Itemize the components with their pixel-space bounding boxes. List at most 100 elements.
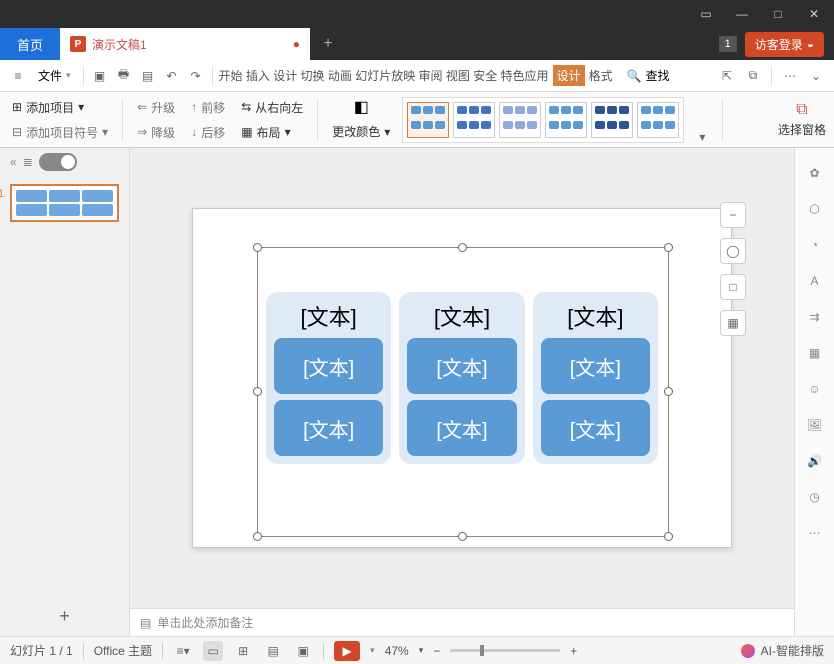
login-button[interactable]: 访客登录◒ bbox=[745, 32, 824, 57]
notes-icon: ▤ bbox=[140, 616, 151, 630]
collapse-icon[interactable]: ⧉ bbox=[743, 66, 763, 86]
main-area: « ≣ 1 + bbox=[0, 148, 834, 636]
close-icon[interactable]: ✕ bbox=[802, 5, 826, 23]
share-icon[interactable]: ⇱ bbox=[717, 66, 737, 86]
sorter-view-icon[interactable]: ⊞ bbox=[233, 641, 253, 661]
export-icon[interactable]: ⬡ bbox=[804, 198, 826, 220]
zoom-slider[interactable] bbox=[450, 649, 560, 652]
style-option-4[interactable] bbox=[545, 102, 587, 138]
template-icon[interactable]: ▦ bbox=[804, 342, 826, 364]
notes-hint[interactable]: 单击此处添加备注 bbox=[157, 614, 253, 631]
search-icon: 🔍 bbox=[627, 69, 642, 83]
resize-handle[interactable] bbox=[253, 532, 262, 541]
outline-view-icon[interactable]: ≣ bbox=[23, 155, 33, 169]
slideshow-view-icon[interactable]: ▣ bbox=[293, 641, 313, 661]
style-option-1[interactable] bbox=[407, 102, 449, 138]
flow-icon[interactable]: ⇉ bbox=[804, 306, 826, 328]
style-option-5[interactable] bbox=[591, 102, 633, 138]
resize-handle[interactable] bbox=[458, 243, 467, 252]
save-icon[interactable]: ▣ bbox=[90, 66, 110, 86]
shape-circle-icon[interactable]: ◯ bbox=[720, 238, 746, 264]
right-rail: ✿ ⬡ ◔ A ⇉ ▦ ☺ 🖼 🔊 ◷ ⋯ bbox=[794, 148, 834, 636]
notes-bar[interactable]: ▤ 单击此处添加备注 bbox=[130, 608, 794, 636]
redo-icon[interactable]: ↷ bbox=[186, 66, 206, 86]
clock-icon[interactable]: ◷ bbox=[804, 486, 826, 508]
resize-handle[interactable] bbox=[664, 243, 673, 252]
resize-handle[interactable] bbox=[458, 532, 467, 541]
tab-document[interactable]: P 演示文稿1 ● bbox=[60, 28, 310, 60]
collapse-panel-icon[interactable]: « bbox=[10, 155, 17, 169]
cloud-icon[interactable]: ◔ bbox=[804, 234, 826, 256]
user-icon: ◒ bbox=[807, 37, 814, 51]
app-menu-icon[interactable]: ≡ bbox=[8, 66, 28, 86]
image-icon[interactable]: 🖼 bbox=[804, 414, 826, 436]
layout-button[interactable]: ▦ 布局 ▾ bbox=[237, 122, 307, 143]
demote-button: ⇒ 降级 bbox=[133, 122, 179, 143]
minimize-icon[interactable]: — bbox=[730, 5, 754, 23]
normal-view-icon[interactable]: ▭ bbox=[203, 641, 223, 661]
presentation-icon: P bbox=[70, 36, 86, 52]
zoom-out-icon[interactable]: − bbox=[433, 644, 440, 658]
resize-handle[interactable] bbox=[253, 243, 262, 252]
zoom-value[interactable]: 47% bbox=[385, 644, 409, 658]
more-icon[interactable]: ⋯ bbox=[780, 66, 800, 86]
view-menu-icon[interactable]: ≡▾ bbox=[173, 641, 193, 661]
file-menu[interactable]: 文件▾ bbox=[32, 63, 77, 88]
selection-pane-button[interactable]: 选择窗格 bbox=[778, 121, 826, 138]
style-option-6[interactable] bbox=[637, 102, 679, 138]
resize-handle[interactable] bbox=[664, 532, 673, 541]
add-item-button[interactable]: ⊞ 添加项目 ▾ bbox=[8, 97, 112, 118]
slide-counter: 幻灯片 1 / 1 bbox=[10, 642, 73, 659]
color-icon[interactable]: ◧ bbox=[354, 97, 369, 117]
backward-button: ↓ 后移 bbox=[187, 122, 229, 143]
menu-format[interactable]: 格式 bbox=[589, 67, 613, 84]
slide-panel: « ≣ 1 + bbox=[0, 148, 130, 636]
forward-button: ↑ 前移 bbox=[187, 97, 229, 118]
shape-grid-icon[interactable]: ▦ bbox=[720, 310, 746, 336]
search-box[interactable]: 🔍查找 bbox=[627, 67, 670, 84]
ai-orb-icon bbox=[741, 644, 755, 658]
print-icon[interactable]: 🖶 bbox=[114, 66, 134, 86]
slide-thumbnail-1[interactable]: 1 bbox=[10, 184, 119, 222]
window-titlebar: ▭ — □ ✕ bbox=[0, 0, 834, 28]
shape-square-icon[interactable]: □ bbox=[720, 274, 746, 300]
emoji-icon[interactable]: ☺ bbox=[804, 378, 826, 400]
count-badge: 1 bbox=[719, 36, 737, 52]
add-slide-button[interactable]: + bbox=[0, 596, 129, 636]
selection-pane-icon[interactable]: ⧉ bbox=[796, 101, 807, 119]
main-menu-items[interactable]: 开始 插入 设计 切换 动画 幻灯片放映 审阅 视图 安全 特色应用 bbox=[219, 67, 549, 84]
add-bullet-button[interactable]: ⊟ 添加项目符号 ▾ bbox=[8, 122, 112, 143]
sound-icon[interactable]: 🔊 bbox=[804, 450, 826, 472]
menu-bar: ≡ 文件▾ ▣ 🖶 ▤ ↶ ↷ 开始 插入 设计 切换 动画 幻灯片放映 审阅 … bbox=[0, 60, 834, 92]
slide-canvas[interactable]: [文本] [文本] [文本] [文本] [文本] [文本] [文本] [文本] … bbox=[192, 208, 732, 548]
preview-icon[interactable]: ▤ bbox=[138, 66, 158, 86]
undo-icon[interactable]: ↶ bbox=[162, 66, 182, 86]
tab-close-icon[interactable]: ● bbox=[293, 37, 300, 51]
play-button[interactable]: ▶ bbox=[334, 641, 360, 661]
canvas-area[interactable]: [文本] [文本] [文本] [文本] [文本] [文本] [文本] [文本] … bbox=[130, 148, 794, 608]
style-option-3[interactable] bbox=[499, 102, 541, 138]
resize-handle[interactable] bbox=[253, 387, 262, 396]
ai-layout-button[interactable]: AI-智能排版 bbox=[761, 642, 824, 659]
selection-box[interactable] bbox=[257, 247, 669, 537]
resize-handle[interactable] bbox=[664, 387, 673, 396]
text-icon[interactable]: A bbox=[804, 270, 826, 292]
rtl-button[interactable]: ⇆ 从右向左 bbox=[237, 97, 307, 118]
tab-bar: 首页 P 演示文稿1 ● + 1 访客登录◒ bbox=[0, 28, 834, 60]
tab-home[interactable]: 首页 bbox=[0, 28, 60, 60]
chevron-down-icon[interactable]: ⌄ bbox=[806, 66, 826, 86]
settings-icon[interactable]: ✿ bbox=[804, 162, 826, 184]
style-option-2[interactable] bbox=[453, 102, 495, 138]
zoom-in-icon[interactable]: + bbox=[570, 644, 577, 658]
more-tools-icon[interactable]: ⋯ bbox=[804, 522, 826, 544]
minus-icon[interactable]: − bbox=[720, 202, 746, 228]
gallery-expand-icon[interactable]: ▾ bbox=[692, 127, 712, 147]
thumbnail-toggle[interactable] bbox=[39, 153, 77, 171]
reading-view-icon[interactable]: ▤ bbox=[263, 641, 283, 661]
menu-icon[interactable]: ▭ bbox=[694, 5, 718, 23]
menu-design[interactable]: 设计 bbox=[553, 65, 585, 86]
slide-number: 1 bbox=[0, 188, 4, 200]
maximize-icon[interactable]: □ bbox=[766, 5, 790, 23]
change-color-button[interactable]: 更改颜色 ▾ bbox=[328, 121, 394, 142]
new-tab-button[interactable]: + bbox=[310, 28, 346, 60]
